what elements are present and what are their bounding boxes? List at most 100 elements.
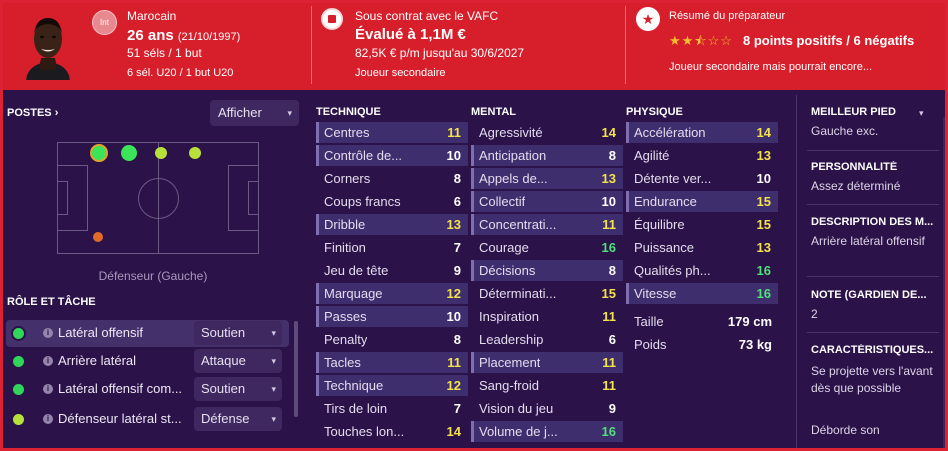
position-dot-wbl[interactable]: [121, 145, 137, 161]
caps-goals: 51 séls / 1 but: [127, 46, 202, 60]
contract-status[interactable]: Sous contrat avec le VAFC: [355, 9, 498, 23]
duty-dropdown[interactable]: Défense ▾: [194, 407, 282, 431]
duty-dropdown[interactable]: Soutien ▾: [194, 321, 282, 345]
positions-title[interactable]: POSTES ›: [7, 107, 58, 119]
info-icon[interactable]: i: [43, 384, 53, 394]
attribute-name: Sang-froid: [479, 378, 539, 393]
attribute-row[interactable]: Volume de j... 16: [471, 421, 623, 442]
role-row[interactable]: i Arrière latéral Attaque ▾: [6, 348, 289, 375]
duty-label: Soutien: [201, 381, 246, 396]
attribute-row[interactable]: Dribble 13: [316, 214, 468, 235]
attribute-row[interactable]: Vision du jeu 9: [471, 398, 623, 419]
attribute-name: Technique: [324, 378, 384, 393]
attribute-name: Qualités ph...: [634, 263, 711, 278]
attribute-row[interactable]: Accélération 14: [626, 122, 778, 143]
highlight-bar: [626, 283, 629, 304]
attribute-name: Placement: [479, 355, 541, 370]
info-icon[interactable]: i: [43, 414, 53, 424]
position-dot-ml[interactable]: [155, 147, 167, 159]
attribute-row[interactable]: Tacles 11: [316, 352, 468, 373]
attribute-row[interactable]: Déterminati... 15: [471, 283, 623, 304]
attribute-row[interactable]: Centres 11: [316, 122, 468, 143]
attribute-row[interactable]: Agressivité 14: [471, 122, 623, 143]
attribute-value: 13: [601, 171, 616, 186]
attribute-row[interactable]: Finition 7: [316, 237, 468, 258]
personality-value: Assez déterminé: [811, 179, 901, 193]
role-name: Latéral offensif: [58, 325, 144, 340]
attribute-row[interactable]: Placement 11: [471, 352, 623, 373]
attribute-name: Accélération: [634, 125, 706, 140]
attribute-row[interactable]: Anticipation 8: [471, 145, 623, 166]
info-icon[interactable]: i: [43, 356, 53, 366]
position-caption: Défenseur (Gauche): [98, 269, 208, 283]
attribute-row[interactable]: Touches lon... 14: [316, 421, 468, 442]
attribute-row[interactable]: Vitesse 16: [626, 283, 778, 304]
highlight-bar: [471, 145, 474, 166]
divider: [807, 150, 939, 151]
technique-title: TECHNIQUE: [316, 106, 381, 118]
attribute-row[interactable]: Contrôle de... 10: [316, 145, 468, 166]
attribute-row[interactable]: Courage 16: [471, 237, 623, 258]
attribute-name: Jeu de tête: [324, 263, 389, 278]
attribute-row[interactable]: Équilibre 15: [626, 214, 778, 235]
show-dropdown[interactable]: Afficher ▾: [210, 100, 299, 126]
attribute-row[interactable]: Puissance 13: [626, 237, 778, 258]
attribute-row[interactable]: Technique 12: [316, 375, 468, 396]
scout-report-section[interactable]: ★ Résumé du préparateur ★★⯪☆☆ 8 points p…: [627, 0, 945, 90]
role-row[interactable]: i Latéral offensif Soutien ▾: [6, 320, 289, 347]
details-scrollbar[interactable]: [943, 117, 946, 451]
position-dot-aml[interactable]: [189, 147, 201, 159]
attribute-row[interactable]: Appels de... 13: [471, 168, 623, 189]
highlight-bar: [626, 122, 629, 143]
scout-description: Joueur secondaire mais pourrait encore..…: [669, 61, 872, 73]
attribute-name: Leadership: [479, 332, 544, 347]
club-badge-icon: [321, 8, 343, 30]
attribute-row[interactable]: Décisions 8: [471, 260, 623, 281]
attribute-row[interactable]: Qualités ph... 16: [626, 260, 778, 281]
role-row[interactable]: i Latéral offensif com... Soutien ▾: [6, 376, 289, 403]
attribute-row[interactable]: Penalty 8: [316, 329, 468, 350]
header-divider: [311, 6, 312, 84]
duty-label: Défense: [201, 411, 250, 426]
position-dot-dl[interactable]: [90, 144, 108, 162]
attribute-row[interactable]: Agilité 13: [626, 145, 778, 166]
attribute-value: 16: [601, 424, 616, 439]
info-icon[interactable]: i: [43, 328, 53, 338]
attribute-row[interactable]: Leadership 6: [471, 329, 623, 350]
roles-scrollbar[interactable]: [294, 321, 298, 417]
attribute-row[interactable]: Sang-froid 11: [471, 375, 623, 396]
personality-title: PERSONNALITÉ: [811, 161, 898, 173]
attribute-row[interactable]: Passes 10: [316, 306, 468, 327]
attribute-row[interactable]: Tirs de loin 7: [316, 398, 468, 419]
physique-title: PHYSIQUE: [626, 106, 683, 118]
role-suitability-dot: [11, 354, 26, 369]
youth-caps-goals: 6 sél. U20 / 1 but U20: [127, 67, 234, 79]
attribute-row[interactable]: Marquage 12: [316, 283, 468, 304]
position-dot-dc[interactable]: [93, 232, 103, 242]
attribute-row[interactable]: Inspiration 11: [471, 306, 623, 327]
attribute-name: Puissance: [634, 240, 694, 255]
attribute-name: Anticipation: [479, 148, 547, 163]
nationality-label[interactable]: Marocain: [127, 9, 176, 23]
attribute-row[interactable]: Endurance 15: [626, 191, 778, 212]
duty-dropdown[interactable]: Soutien ▾: [194, 377, 282, 401]
attribute-value: 16: [756, 286, 771, 301]
attribute-value: 13: [756, 240, 771, 255]
attribute-value: 8: [608, 263, 616, 278]
attribute-row[interactable]: Coups francs 6: [316, 191, 468, 212]
attribute-row[interactable]: Corners 8: [316, 168, 468, 189]
attribute-value: 15: [756, 194, 771, 209]
attribute-row[interactable]: Jeu de tête 9: [316, 260, 468, 281]
attribute-row[interactable]: Concentrati... 11: [471, 214, 623, 235]
attribute-value: 15: [601, 286, 616, 301]
chevron-down-icon: ▾: [271, 384, 276, 394]
attribute-value: 9: [453, 263, 461, 278]
attribute-row[interactable]: Collectif 10: [471, 191, 623, 212]
role-row[interactable]: i Défenseur latéral st... Défense ▾: [6, 406, 289, 433]
chevron-down-icon[interactable]: ▾: [919, 108, 924, 119]
attribute-value: 10: [756, 171, 771, 186]
highlight-bar: [626, 191, 629, 212]
attribute-row[interactable]: Détente ver... 10: [626, 168, 778, 189]
weight-label: Poids: [634, 337, 667, 352]
duty-dropdown[interactable]: Attaque ▾: [194, 349, 282, 373]
